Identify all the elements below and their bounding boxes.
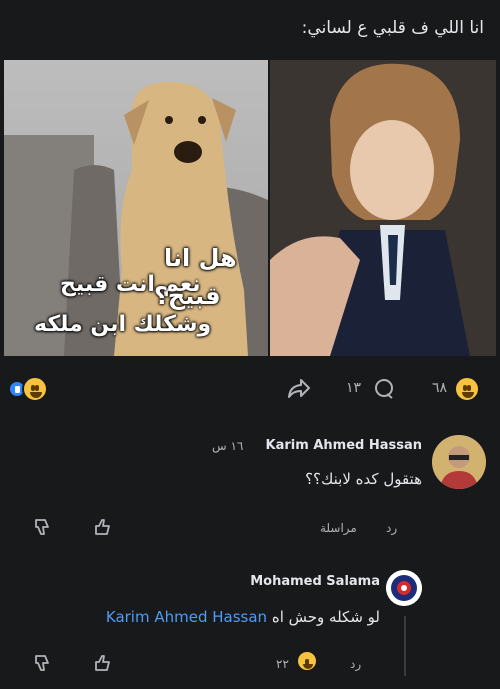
dislike-icon[interactable] <box>32 516 54 538</box>
comment-icon[interactable] <box>372 377 396 401</box>
haha-reaction-icon[interactable] <box>22 376 48 402</box>
meme-text-left-2: وشكلك ابن ملكه <box>34 312 212 337</box>
meme-right-panel <box>270 60 496 356</box>
comment-karim: Karim Ahmed Hassan ١٦ س هتقول كده لابنك؟… <box>0 430 500 550</box>
message-action[interactable]: مراسلة <box>320 521 357 535</box>
comments-count[interactable]: ١٣ <box>346 380 361 396</box>
comment-time: ١٦ س <box>212 439 244 453</box>
comment-text: لو شكله وحش اه Karim Ahmed Hassan <box>106 608 380 626</box>
comment-reaction-count[interactable]: ٢٢ <box>276 657 289 671</box>
dislike-icon[interactable] <box>32 652 54 674</box>
meme-image[interactable]: نعم انت قبيح وشكلك ابن ملكه هل انا قبيح؟ <box>4 60 496 356</box>
meme-text-right-1: هل انا <box>164 244 237 272</box>
meme-text-right-2: قبيح؟ <box>154 282 221 310</box>
comment-body: لو شكله وحش اه <box>271 608 380 626</box>
post-caption: انا اللي ف قلبي ع لساني: <box>301 18 484 38</box>
comment-author[interactable]: Karim Ahmed Hassan <box>266 438 422 453</box>
reactions-count[interactable]: ٦٨ <box>432 380 447 396</box>
like-icon[interactable] <box>92 516 114 538</box>
comment-mohamed: Mohamed Salama لو شكله وحش اه Karim Ahme… <box>0 564 500 689</box>
like-icon[interactable] <box>92 652 114 674</box>
comment-mention[interactable]: Karim Ahmed Hassan <box>106 608 267 626</box>
avatar[interactable] <box>432 435 486 489</box>
avatar[interactable] <box>386 570 422 606</box>
reply-action[interactable]: رد <box>350 657 361 671</box>
haha-reaction-icon[interactable] <box>296 650 318 672</box>
reactions-bar: ٦٨ ١٣ <box>0 372 500 406</box>
comment-text: هتقول كده لابنك؟؟ <box>305 470 422 488</box>
share-icon[interactable] <box>286 377 312 401</box>
comment-author[interactable]: Mohamed Salama <box>250 574 380 589</box>
haha-react-icon[interactable] <box>454 376 480 402</box>
reply-action[interactable]: رد <box>386 521 397 535</box>
